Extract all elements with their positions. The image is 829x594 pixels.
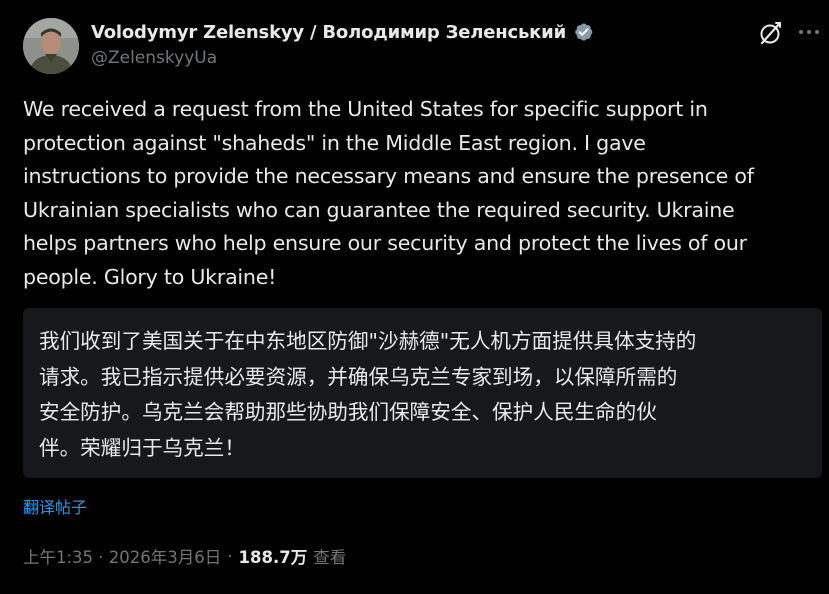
grok-icon[interactable] — [758, 20, 784, 46]
post-body: We received a request from the United St… — [23, 93, 823, 295]
translate-post-link[interactable]: 翻译帖子 — [23, 494, 87, 518]
post-body-line: people. Glory to Ukraine! — [23, 264, 277, 289]
views-label: 查看 — [313, 548, 347, 567]
author-name-row[interactable]: Volodymyr Zelenskyy / Володимир Зеленськ… — [91, 18, 594, 46]
post-body-line: We received a request from the United St… — [23, 97, 708, 121]
post-body-line: instructions to provide the necessary me… — [23, 164, 754, 189]
post-body-line: protection against "shaheds" in the Midd… — [23, 130, 646, 155]
verified-badge-icon — [575, 23, 593, 41]
views-count: 188.7万 — [238, 548, 308, 567]
avatar-image — [23, 18, 79, 74]
translation-line: 请求。我已指示提供必要资源，并确保乌克兰专家到场，以保障所需的 — [39, 364, 678, 389]
translation-box: 我们收到了美国关于在中东地区防御"沙赫德"无人机方面提供具体支持的 请求。我已指… — [23, 308, 822, 478]
post-body-line: helps partners who help ensure our secur… — [23, 231, 747, 256]
post-timestamp[interactable]: 上午1:35 · 2026年3月6日 — [23, 544, 221, 568]
author-handle[interactable]: @ZelenskyyUa — [91, 48, 217, 68]
translation-line: 安全防护。乌克兰会帮助那些协助我们保障安全、保护人民生命的伙 — [39, 400, 657, 425]
author-display-name[interactable]: Volodymyr Zelenskyy / Володимир Зеленськ… — [91, 22, 566, 43]
avatar[interactable] — [23, 18, 79, 74]
post-body-line: Ukrainian specialists who can guarantee … — [23, 197, 735, 222]
translation-line: 我们收到了美国关于在中东地区防御"沙赫德"无人机方面提供具体支持的 — [39, 329, 697, 353]
translation-text: 我们收到了美国关于在中东地区防御"沙赫德"无人机方面提供具体支持的 请求。我已指… — [39, 324, 696, 466]
more-icon[interactable] — [796, 22, 822, 42]
meta-separator: · — [227, 546, 233, 566]
post: Volodymyr Zelenskyy / Володимир Зеленськ… — [0, 0, 829, 594]
translation-line: 伴。荣耀归于乌克兰！ — [39, 435, 245, 460]
post-meta: 上午1:35 · 2026年3月6日 · 188.7万 查看 — [23, 544, 346, 568]
